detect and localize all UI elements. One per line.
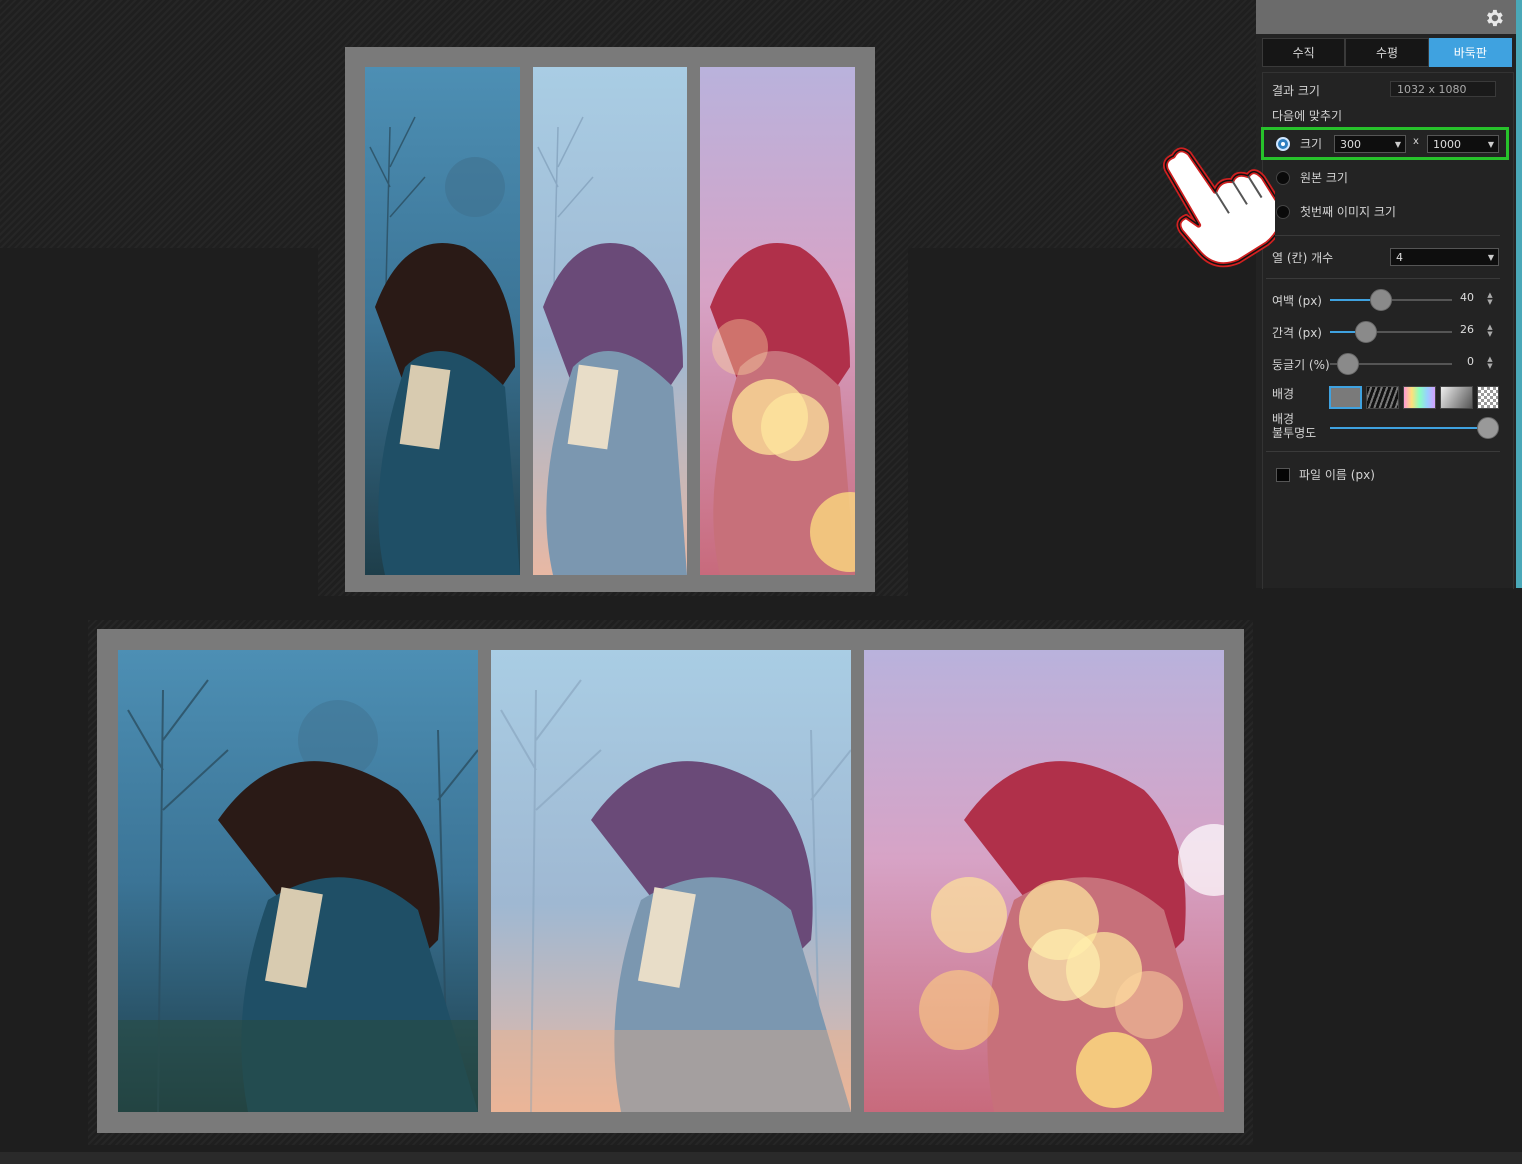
background-swatch-gray[interactable]: [1329, 386, 1362, 409]
radio-original-size[interactable]: [1276, 171, 1290, 185]
result-size-label: 결과 크기: [1272, 84, 1320, 98]
margin-slider-knob[interactable]: [1370, 289, 1392, 311]
radio-first-image-size[interactable]: [1276, 205, 1290, 219]
collage-image-1[interactable]: [365, 67, 520, 575]
roundness-value[interactable]: 0: [1450, 355, 1474, 368]
columns-label: 열 (칸) 개수: [1272, 251, 1334, 265]
roundness-label: 둥글기 (%): [1272, 358, 1330, 372]
collage-image-2[interactable]: [533, 67, 687, 575]
divider: [1266, 451, 1500, 452]
collage-image-3[interactable]: [700, 67, 855, 575]
filename-checkbox[interactable]: [1276, 468, 1290, 482]
background-opacity-slider[interactable]: [1330, 427, 1492, 429]
roundness-slider-knob[interactable]: [1337, 353, 1359, 375]
size-option-highlight: [1261, 127, 1509, 160]
spacing-slider[interactable]: [1330, 331, 1452, 333]
result-size-value: 1032 x 1080: [1390, 81, 1496, 97]
background-opacity-label-line2: 불투명도: [1272, 426, 1317, 440]
filename-label: 파일 이름 (px): [1299, 468, 1375, 482]
first-image-size-label: 첫번째 이미지 크기: [1300, 205, 1396, 219]
gear-icon[interactable]: [1483, 7, 1505, 29]
pointing-hand-icon: [1163, 147, 1275, 268]
divider: [1266, 235, 1500, 236]
columns-value: 4: [1396, 251, 1403, 264]
tab-vertical[interactable]: 수직: [1262, 38, 1346, 67]
margin-label: 여백 (px): [1272, 294, 1322, 308]
spacing-slider-knob[interactable]: [1355, 321, 1377, 343]
spacing-spinner[interactable]: ▲ ▼: [1486, 324, 1494, 338]
bottom-strip: [0, 1152, 1522, 1164]
margin-value[interactable]: 40: [1450, 291, 1474, 304]
grid-image-2[interactable]: [491, 650, 851, 1112]
spacing-label: 간격 (px): [1272, 326, 1322, 340]
background-swatch-gradient[interactable]: [1440, 386, 1473, 409]
background-opacity-knob[interactable]: [1477, 417, 1499, 439]
background-swatch-pattern[interactable]: [1366, 386, 1399, 409]
margin-spinner[interactable]: ▲ ▼: [1486, 292, 1494, 306]
original-size-label: 원본 크기: [1300, 171, 1348, 185]
panel-header: [1256, 0, 1522, 34]
fit-to-label: 다음에 맞추기: [1272, 109, 1343, 123]
tab-horizontal[interactable]: 수평: [1345, 38, 1429, 67]
roundness-spinner[interactable]: ▲ ▼: [1486, 356, 1494, 370]
background-swatch-rainbow[interactable]: [1403, 386, 1436, 409]
divider: [1266, 278, 1500, 279]
grid-image-1[interactable]: [118, 650, 478, 1112]
layout-tabs: 수직 수평 바둑판: [1262, 38, 1512, 67]
tab-grid[interactable]: 바둑판: [1428, 38, 1512, 67]
background-swatch-transparent[interactable]: [1477, 386, 1499, 409]
panel-edge: [1516, 0, 1522, 588]
grid-image-3[interactable]: [864, 650, 1224, 1112]
chevron-down-icon: ▼: [1487, 253, 1494, 262]
columns-select[interactable]: 4 ▼: [1390, 248, 1499, 266]
settings-panel: 수직 수평 바둑판 결과 크기 1032 x 1080 다음에 맞추기 크기 3…: [1256, 0, 1522, 589]
spacing-value[interactable]: 26: [1450, 323, 1474, 336]
background-label: 배경: [1272, 387, 1295, 401]
